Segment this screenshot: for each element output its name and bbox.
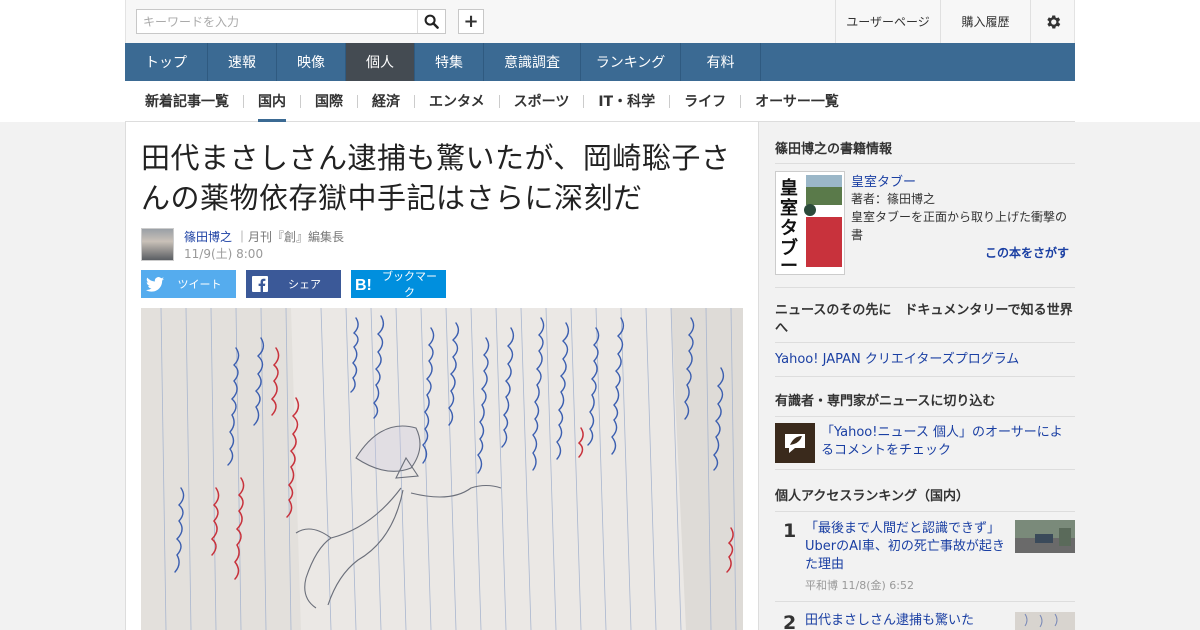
divider [775,469,1075,470]
facebook-share-button[interactable]: シェア [246,270,341,298]
book-cover-title: 皇室タブー [780,177,798,274]
creators-program-link[interactable]: Yahoo! JAPAN クリエイターズプログラム [775,348,1019,367]
author-avatar[interactable] [141,228,174,261]
divider [740,94,742,108]
author-name-link[interactable]: 篠田博之 [184,228,232,245]
ranking-title-link[interactable]: 「最後まで人間だと認識できず」UberのAI車、初の死亡事故が起きた理由 [805,520,1005,574]
divider [775,163,1075,164]
nav-feature[interactable]: 特集 [415,43,484,81]
ranking-number: 1 [783,520,797,542]
top-bar: + ユーザーページ 購入履歴 [125,0,1075,43]
top-links: ユーザーページ 購入履歴 [835,0,1074,43]
divider [775,416,1075,417]
main-nav: トップ 速報 映像 個人 特集 意識調査 ランキング 有料 [125,43,1075,81]
bookmark-label: ブックマーク [382,270,437,299]
find-book-link[interactable]: この本をさがす [985,244,1069,261]
ranking-thumbnail[interactable] [1015,612,1075,630]
nav-top[interactable]: トップ [125,43,208,81]
ranking-number: 2 [783,612,797,630]
handwritten-letter-image [141,308,743,630]
book-title-link[interactable]: 皇室タブー [851,171,916,190]
nav-paid[interactable]: 有料 [681,43,761,81]
search-button[interactable] [417,10,445,33]
cat-life[interactable]: ライフ [684,81,726,122]
user-page-link[interactable]: ユーザーページ [835,0,940,43]
tweet-button[interactable]: ツイート [141,270,236,298]
search-box [136,9,446,34]
book-author: 著者：篠田博之 [851,192,936,206]
author-role: ｜月刊『創』編集長 [236,230,345,244]
nav-survey[interactable]: 意識調査 [484,43,581,81]
ranking-item[interactable]: 2 田代まさしさん逮捕も驚いた [775,612,1075,630]
divider [775,511,1075,512]
share-label: シェア [288,278,321,291]
tweet-label: ツイート [177,278,222,291]
experts-section-title: 有識者・専門家がニュースに切り込む [775,394,996,409]
article-photo [141,308,743,630]
cat-it-science[interactable]: IT・科学 [598,81,655,122]
divider [775,342,1075,343]
ranking-thumbnail[interactable] [1015,520,1075,553]
ranking-section-title: 個人アクセスランキング（国内） [775,489,969,504]
comment-icon[interactable] [775,423,815,463]
cat-entertainment[interactable]: エンタメ [429,81,485,122]
divider [775,601,1075,602]
book-cover[interactable]: 皇室タブー [775,171,845,277]
book-section-title: 篠田博之の書籍情報 [775,142,893,157]
svg-text:B!: B! [355,277,372,292]
cat-world[interactable]: 国際 [315,81,343,122]
cat-economy[interactable]: 経済 [372,81,400,122]
divider [498,94,500,108]
facebook-icon [246,276,274,292]
settings-button[interactable] [1030,0,1074,43]
divider [243,94,244,108]
nav-ranking[interactable]: ランキング [581,43,681,81]
publish-date: 11/9(土) 8:00 [184,247,264,261]
cat-sports[interactable]: スポーツ [514,81,570,122]
nav-individual[interactable]: 個人 [346,43,415,81]
article: 田代まさしさん逮捕も驚いたが、岡崎聡子さんの薬物依存獄中手記はさらに深刻だ 篠田… [125,122,759,630]
book-cover-art: 皇室タブー [776,172,844,277]
nav-breaking[interactable]: 速報 [208,43,277,81]
divider [583,94,585,108]
divider [414,94,415,108]
cat-latest[interactable]: 新着記事一覧 [145,81,229,122]
divider [300,94,301,108]
documentary-section-title: ニュースのその先に ドキュメンタリーで知る世界へ [775,303,1073,336]
ranking-title-link[interactable]: 田代まさしさん逮捕も驚いた [805,612,1005,630]
divider [775,287,1075,288]
expert-comments-link[interactable]: 「Yahoo!ニュース 個人」のオーサーによるコメントをチェック [821,424,1071,460]
hatena-bookmark-button[interactable]: B! ブックマーク [351,270,446,299]
article-headline: 田代まさしさん逮捕も驚いたが、岡崎聡子さんの薬物依存獄中手記はさらに深刻だ [141,141,731,215]
search-input[interactable] [137,10,419,33]
nav-video[interactable]: 映像 [277,43,346,81]
cat-domestic[interactable]: 国内 [258,81,286,122]
divider [357,94,358,108]
cat-authors[interactable]: オーサー一覧 [755,81,839,122]
ranking-item[interactable]: 1 「最後まで人間だと認識できず」UberのAI車、初の死亡事故が起きた理由 平… [775,520,1075,600]
divider [775,376,1075,377]
add-button[interactable]: + [458,9,484,34]
ranking-meta: 平和博 11/8(金) 6:52 [805,579,914,592]
book-description: 皇室タブーを正面から取り上げた衝撃の書 [851,210,1068,242]
category-nav: 新着記事一覧 国内 国際 経済 エンタメ スポーツ IT・科学 ライフ オーサー… [125,81,1075,122]
purchase-history-link[interactable]: 購入履歴 [940,0,1030,43]
hatena-icon: B! [351,276,379,292]
divider [669,94,671,108]
gear-icon [1046,14,1060,29]
search-icon [424,14,439,29]
twitter-icon [141,276,169,292]
